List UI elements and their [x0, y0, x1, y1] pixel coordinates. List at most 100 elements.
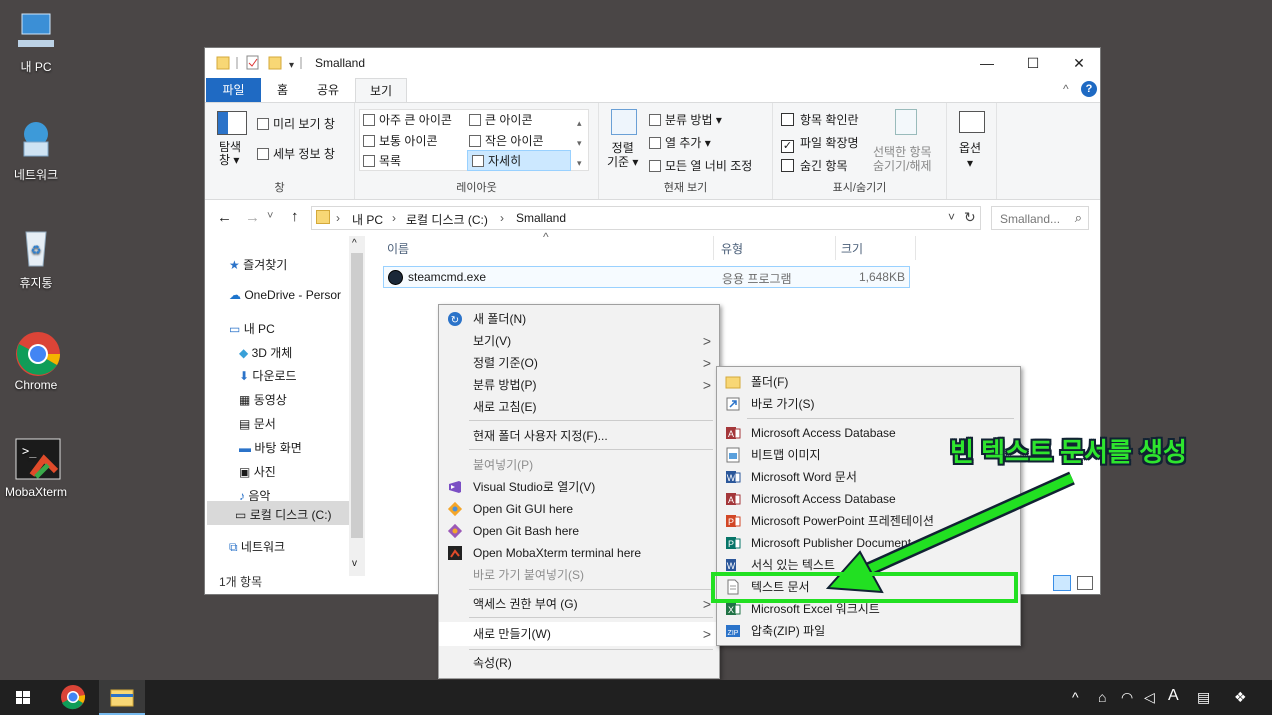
tab-file[interactable]: 파일: [206, 78, 261, 102]
tab-home[interactable]: 홈: [263, 78, 302, 102]
tab-view[interactable]: 보기: [355, 78, 408, 102]
details-pane-button[interactable]: 세부 정보 창: [257, 145, 335, 162]
layout-large-icons[interactable]: 큰 아이콘: [469, 111, 533, 128]
column-header-name[interactable]: 이름: [387, 240, 409, 257]
back-icon[interactable]: ←: [217, 209, 232, 226]
breadcrumb-this-pc[interactable]: 내 PC: [352, 211, 383, 228]
breadcrumb-smalland[interactable]: Smalland: [516, 211, 566, 225]
refresh-icon[interactable]: ↻: [964, 209, 976, 226]
nav-item-local-disk[interactable]: ▭ 로컬 디스크 (C:): [235, 506, 332, 523]
layout-small-icons[interactable]: 작은 아이콘: [469, 132, 544, 149]
download-icon: ⬇: [239, 369, 250, 383]
file-extensions-toggle[interactable]: ✓ 파일 확장명: [781, 134, 859, 153]
menu-item-group-by[interactable]: 분류 방법(P) >: [439, 374, 719, 396]
scroll-down-icon[interactable]: v: [352, 558, 357, 569]
menu-item-give-access[interactable]: 액세스 권한 부여 (G) >: [439, 593, 719, 615]
recent-locations-icon[interactable]: ˅: [267, 210, 273, 222]
nav-item-documents[interactable]: ▤ 문서: [239, 415, 276, 432]
desktop-icon-chrome[interactable]: Chrome: [0, 330, 72, 392]
group-by-button[interactable]: 분류 방법 ▾: [649, 111, 722, 128]
submenu-item-folder[interactable]: 폴더(F): [717, 371, 1020, 393]
chevron-down-icon[interactable]: ˅: [948, 210, 955, 224]
column-header-type[interactable]: 유형: [721, 240, 743, 257]
checkbox-unchecked-icon: [781, 159, 794, 172]
meet-now-icon[interactable]: ⌂: [1098, 689, 1106, 705]
menu-item-git-gui[interactable]: Open Git GUI here: [439, 498, 719, 520]
desktop-icon-mobaxterm[interactable]: >_ MobaXterm: [0, 437, 72, 499]
nav-pane-button[interactable]: 탐색 창 ▾: [219, 141, 241, 167]
hidden-items-toggle[interactable]: 숨긴 항목: [781, 157, 848, 174]
address-box[interactable]: › 내 PC › 로컬 디스크 (C:) › Smalland ˅ ↻: [311, 206, 981, 230]
quick-access-toolbar-icon[interactable]: ▾: [215, 54, 305, 72]
nav-pane-icon: [217, 111, 247, 135]
fit-columns-button[interactable]: 모든 열 너비 조정: [649, 157, 752, 174]
menu-item-git-bash[interactable]: Open Git Bash here: [439, 520, 719, 542]
minimize-button[interactable]: —: [964, 48, 1010, 78]
add-columns-icon: [649, 137, 661, 149]
wifi-icon[interactable]: ◠: [1121, 689, 1133, 706]
nav-item-videos[interactable]: ▦ 동영상: [239, 391, 287, 408]
maximize-button[interactable]: ☐: [1010, 48, 1056, 78]
nav-item-quick-access[interactable]: ★ 즐겨찾기: [229, 256, 287, 273]
table-row[interactable]: steamcmd.exe 응용 프로그램 1,648KB: [383, 266, 910, 288]
nav-item-desktop[interactable]: ▬ 바탕 화면: [239, 439, 302, 456]
nav-item-this-pc[interactable]: ▭ 내 PC: [229, 320, 275, 337]
forward-icon[interactable]: →: [245, 209, 260, 226]
menu-item-sort-by[interactable]: 정렬 기준(O) >: [439, 352, 719, 374]
rich-text-icon: W: [725, 557, 741, 573]
menu-item-properties[interactable]: 속성(R): [439, 652, 719, 674]
menu-label: 새로 만들기(W): [473, 627, 551, 641]
item-checkboxes-toggle[interactable]: 항목 확인란: [781, 111, 859, 128]
nav-scrollbar-thumb[interactable]: [351, 253, 363, 538]
menu-item-refresh[interactable]: 새로 고침(E): [439, 396, 719, 418]
desktop-icon-recycle-bin[interactable]: ♻ 휴지통: [0, 226, 72, 291]
layout-medium-icons[interactable]: 보통 아이콘: [363, 132, 438, 149]
copilot-icon[interactable]: ❖: [1234, 689, 1247, 706]
up-icon[interactable]: ↑: [291, 208, 299, 225]
input-language[interactable]: A: [1168, 687, 1179, 705]
tab-share[interactable]: 공유: [303, 78, 353, 102]
options-button[interactable]: 옵션 ▾: [959, 141, 981, 171]
desktop-icon-this-pc[interactable]: 내 PC: [0, 10, 72, 75]
menu-item-new-folder[interactable]: ↻ 새 폴더(N): [439, 308, 719, 330]
layout-extra-large-icons[interactable]: 아주 큰 아이콘: [363, 111, 452, 128]
nav-item-pictures[interactable]: ▣ 사진: [239, 463, 276, 480]
taskbar-file-explorer[interactable]: [99, 680, 145, 715]
add-columns-button[interactable]: 열 추가 ▾: [649, 134, 711, 151]
nav-item-downloads[interactable]: ⬇ 다운로드: [239, 367, 297, 384]
ribbon-collapse-icon[interactable]: ^: [1063, 82, 1069, 96]
layout-scroll-icon[interactable]: ▴ ▾ ▾: [577, 113, 582, 173]
notification-icon[interactable]: ▤: [1197, 689, 1210, 706]
sort-by-button[interactable]: 정렬 기준 ▾: [607, 141, 638, 169]
help-icon[interactable]: ?: [1081, 81, 1097, 97]
menu-item-mobaxterm[interactable]: Open MobaXterm terminal here: [439, 542, 719, 564]
submenu-item-zip[interactable]: ZIP 압축(ZIP) 파일: [717, 620, 1020, 642]
close-button[interactable]: ✕: [1056, 48, 1102, 78]
layout-list[interactable]: 목록: [363, 152, 401, 169]
menu-item-paste-shortcut[interactable]: 바로 가기 붙여넣기(S): [439, 564, 719, 586]
search-input[interactable]: Smalland... ⌕: [991, 206, 1089, 230]
menu-item-new[interactable]: 새로 만들기(W) >: [439, 622, 719, 646]
drive-icon: ▭: [235, 508, 247, 522]
layout-details[interactable]: 자세히: [467, 150, 571, 171]
hide-selected-button[interactable]: 선택한 항목 숨기기/해제: [873, 145, 932, 173]
column-header-size[interactable]: 크기: [841, 240, 863, 257]
scroll-up-icon[interactable]: ^: [352, 238, 357, 249]
ribbon-group-current-view: 정렬 기준 ▾ 분류 방법 ▾ 열 추가 ▾ 모든 열 너비 조정 현재 보기: [599, 103, 773, 199]
menu-item-view[interactable]: 보기(V) >: [439, 330, 719, 352]
menu-item-open-visual-studio[interactable]: Visual Studio로 열기(V): [439, 476, 719, 498]
ribbon-group-label: 현재 보기: [663, 182, 708, 194]
volume-icon[interactable]: ◁: [1144, 689, 1155, 706]
taskbar-chrome[interactable]: [50, 680, 96, 715]
breadcrumb-local-disk[interactable]: 로컬 디스크 (C:): [406, 211, 488, 228]
submenu-item-shortcut[interactable]: 바로 가기(S): [717, 393, 1020, 415]
nav-item-3d-objects[interactable]: ◆ 3D 개체: [239, 344, 292, 361]
preview-pane-button[interactable]: 미리 보기 창: [257, 115, 335, 132]
start-button[interactable]: [0, 680, 46, 715]
nav-item-onedrive[interactable]: ☁ OneDrive - Persor: [229, 288, 341, 302]
desktop-icon-network[interactable]: 네트워크: [0, 118, 72, 183]
tray-expand-icon[interactable]: ^: [1072, 689, 1079, 705]
nav-item-network[interactable]: ⧉ 네트워크: [229, 538, 285, 555]
menu-item-paste[interactable]: 붙여넣기(P): [439, 454, 719, 476]
menu-item-customize-folder[interactable]: 현재 폴더 사용자 지정(F)...: [439, 425, 719, 447]
